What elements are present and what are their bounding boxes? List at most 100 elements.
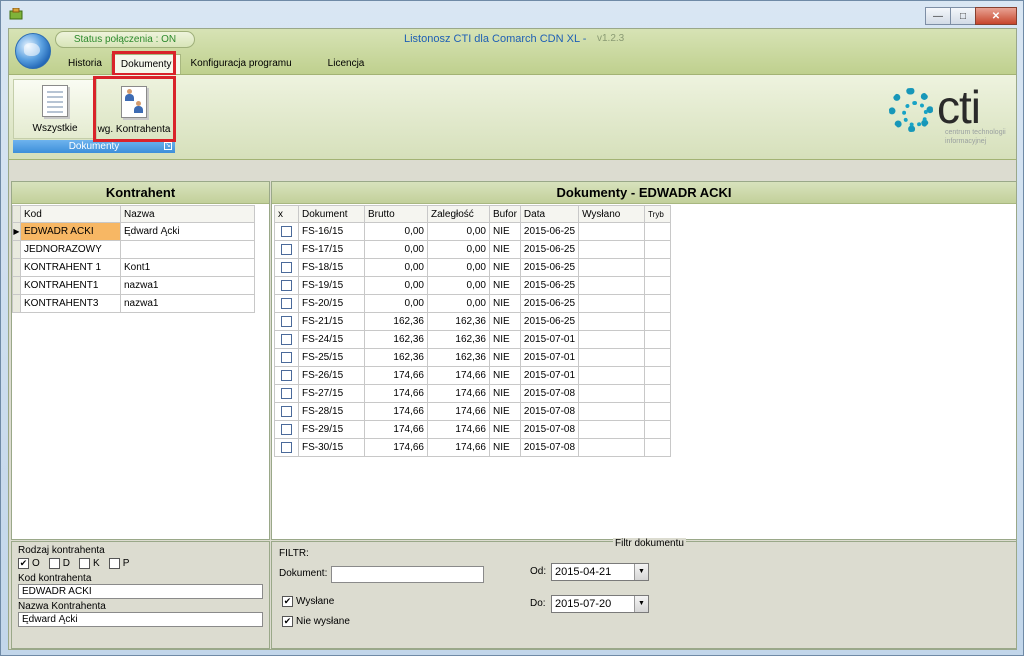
row-select-cell[interactable] xyxy=(274,258,299,277)
dokument-number[interactable]: FS-30/15 xyxy=(298,438,365,457)
dokument-brutto[interactable]: 174,66 xyxy=(364,384,428,403)
col-nazwa[interactable]: Nazwa xyxy=(120,205,255,223)
row-select-cell[interactable] xyxy=(274,384,299,403)
dokument-bufor[interactable]: NIE xyxy=(489,222,521,241)
dokument-data[interactable]: 2015-06-25 xyxy=(519,222,580,241)
dokument-data[interactable]: 2015-06-25 xyxy=(519,312,580,331)
row-select-cell[interactable] xyxy=(274,330,299,349)
dokument-zaleglosc[interactable]: 162,36 xyxy=(427,348,490,367)
kontrahent-row[interactable]: ▶ EDWADR ACKI Ędward Ącki xyxy=(12,222,255,241)
minimize-button[interactable]: — xyxy=(925,7,951,25)
dokument-wyslano[interactable] xyxy=(578,294,646,313)
dokument-brutto[interactable]: 174,66 xyxy=(364,402,428,421)
row-checkbox[interactable] xyxy=(281,279,292,291)
dokument-brutto[interactable]: 0,00 xyxy=(364,276,428,295)
rodzaj-checkbox-d[interactable] xyxy=(48,558,60,569)
dokument-row[interactable]: FS-18/15 0,00 0,00 NIE 2015-06-25 xyxy=(274,258,672,277)
row-checkbox[interactable] xyxy=(281,369,292,381)
dokument-brutto[interactable]: 0,00 xyxy=(364,258,428,277)
kontrahent-row[interactable]: KONTRAHENT 1 Kont1 xyxy=(12,258,255,277)
col-tryb[interactable]: Tryb xyxy=(644,205,672,223)
wyslane-option[interactable]: ✔ Wysłane xyxy=(282,596,334,607)
dokument-brutto[interactable]: 0,00 xyxy=(364,222,428,241)
dokument-wyslano[interactable] xyxy=(578,348,646,367)
row-checkbox[interactable] xyxy=(281,243,292,255)
dokument-data[interactable]: 2015-06-25 xyxy=(519,276,580,295)
row-checkbox[interactable] xyxy=(281,441,292,453)
dokument-row[interactable]: FS-19/15 0,00 0,00 NIE 2015-06-25 xyxy=(274,276,672,295)
col-data[interactable]: Data xyxy=(519,205,580,223)
kod-field[interactable]: EDWADR ACKI xyxy=(18,584,263,599)
dokument-zaleglosc[interactable]: 0,00 xyxy=(427,258,490,277)
dokument-wyslano[interactable] xyxy=(578,420,646,439)
dokument-data[interactable]: 2015-07-08 xyxy=(519,420,580,439)
dokument-number[interactable]: FS-18/15 xyxy=(298,258,365,277)
dokument-wyslano[interactable] xyxy=(578,330,646,349)
dokument-number[interactable]: FS-21/15 xyxy=(298,312,365,331)
rodzaj-checkbox-k[interactable] xyxy=(79,558,91,569)
kontrahent-nazwa[interactable]: Kont1 xyxy=(120,258,255,277)
dokument-data[interactable]: 2015-07-01 xyxy=(519,366,580,385)
dokument-bufor[interactable]: NIE xyxy=(489,276,521,295)
col-zaleglosc[interactable]: Zaległość xyxy=(427,205,490,223)
dokument-row[interactable]: FS-24/15 162,36 162,36 NIE 2015-07-01 xyxy=(274,330,672,349)
dokument-wyslano[interactable] xyxy=(578,276,646,295)
kontrahent-kod[interactable]: KONTRAHENT3 xyxy=(20,294,121,313)
dokument-brutto[interactable]: 162,36 xyxy=(364,330,428,349)
dokument-bufor[interactable]: NIE xyxy=(489,240,521,259)
dokument-data[interactable]: 2015-07-08 xyxy=(519,384,580,403)
rodzaj-checkbox-p[interactable] xyxy=(108,558,120,569)
kontrahent-nazwa[interactable]: nazwa1 xyxy=(120,276,255,295)
dokument-tryb[interactable] xyxy=(644,438,672,457)
dokument-brutto[interactable]: 174,66 xyxy=(364,438,428,457)
row-select-cell[interactable] xyxy=(274,312,299,331)
do-dropdown-arrow-icon[interactable]: ▼ xyxy=(634,596,648,612)
dokument-number[interactable]: FS-24/15 xyxy=(298,330,365,349)
kontrahent-kod[interactable]: KONTRAHENT 1 xyxy=(20,258,121,277)
kontrahent-nazwa[interactable]: Ędward Ącki xyxy=(120,222,255,241)
row-checkbox[interactable] xyxy=(281,423,292,435)
row-select-cell[interactable] xyxy=(274,276,299,295)
kontrahent-nazwa[interactable]: nazwa1 xyxy=(120,294,255,313)
dokument-bufor[interactable]: NIE xyxy=(489,348,521,367)
tab-licencja[interactable]: Licencja xyxy=(319,54,374,74)
row-checkbox[interactable] xyxy=(281,225,292,237)
dokument-bufor[interactable]: NIE xyxy=(489,294,521,313)
dokument-zaleglosc[interactable]: 174,66 xyxy=(427,366,490,385)
dokument-tryb[interactable] xyxy=(644,420,672,439)
dokument-number[interactable]: FS-20/15 xyxy=(298,294,365,313)
dokument-brutto[interactable]: 174,66 xyxy=(364,420,428,439)
dokument-tryb[interactable] xyxy=(644,402,672,421)
dokument-number[interactable]: FS-25/15 xyxy=(298,348,365,367)
dokument-zaleglosc[interactable]: 0,00 xyxy=(427,294,490,313)
tab-konfiguracja[interactable]: Konfiguracja programu xyxy=(181,54,300,74)
dokument-row[interactable]: FS-17/15 0,00 0,00 NIE 2015-06-25 xyxy=(274,240,672,259)
dokument-zaleglosc[interactable]: 0,00 xyxy=(427,222,490,241)
dokument-zaleglosc[interactable]: 174,66 xyxy=(427,420,490,439)
dokument-brutto[interactable]: 0,00 xyxy=(364,294,428,313)
dokument-data[interactable]: 2015-07-08 xyxy=(519,438,580,457)
nie-wyslane-option[interactable]: ✔ Nie wysłane xyxy=(282,616,350,627)
dokument-tryb[interactable] xyxy=(644,294,672,313)
dokument-tryb[interactable] xyxy=(644,312,672,331)
dokument-wyslano[interactable] xyxy=(578,438,646,457)
row-checkbox[interactable] xyxy=(281,351,292,363)
dokument-row[interactable]: FS-21/15 162,36 162,36 NIE 2015-06-25 xyxy=(274,312,672,331)
dokument-row[interactable]: FS-25/15 162,36 162,36 NIE 2015-07-01 xyxy=(274,348,672,367)
kontrahent-kod[interactable]: JEDNORAZOWY xyxy=(20,240,121,259)
dokument-data[interactable]: 2015-07-01 xyxy=(519,330,580,349)
dokument-tryb[interactable] xyxy=(644,384,672,403)
dokument-brutto[interactable]: 0,00 xyxy=(364,240,428,259)
dokument-wyslano[interactable] xyxy=(578,366,646,385)
dokument-bufor[interactable]: NIE xyxy=(489,366,521,385)
col-kod[interactable]: Kod xyxy=(20,205,121,223)
col-x[interactable]: x xyxy=(274,205,299,223)
row-checkbox[interactable] xyxy=(281,387,292,399)
row-checkbox[interactable] xyxy=(281,405,292,417)
row-select-cell[interactable] xyxy=(274,294,299,313)
dokument-row[interactable]: FS-27/15 174,66 174,66 NIE 2015-07-08 xyxy=(274,384,672,403)
col-bufor[interactable]: Bufor xyxy=(489,205,521,223)
dokument-number[interactable]: FS-17/15 xyxy=(298,240,365,259)
kontrahent-row[interactable]: KONTRAHENT1 nazwa1 xyxy=(12,276,255,295)
dokument-row[interactable]: FS-29/15 174,66 174,66 NIE 2015-07-08 xyxy=(274,420,672,439)
